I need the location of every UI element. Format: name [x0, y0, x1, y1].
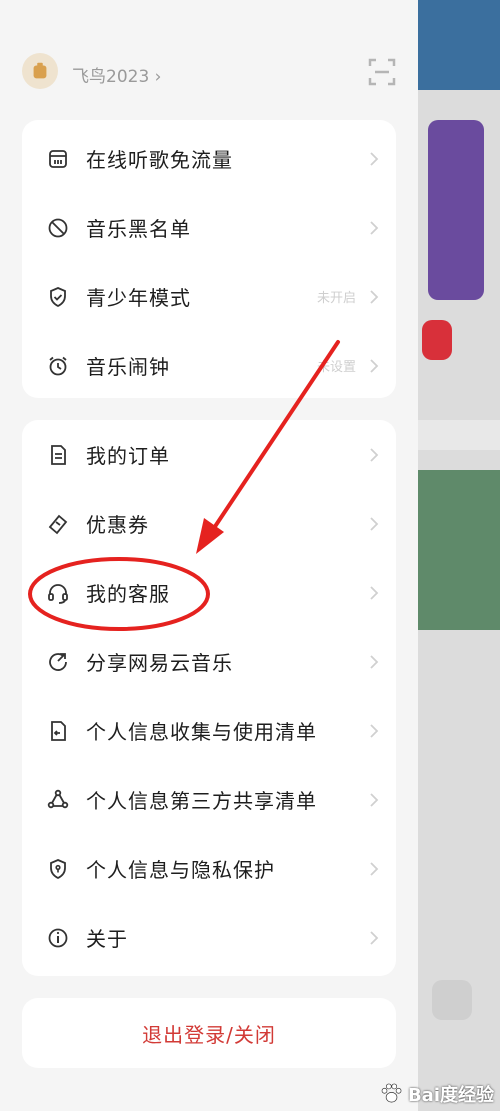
background-app-content [418, 0, 500, 1111]
chevron-right-icon [370, 654, 379, 669]
file-export-icon [44, 717, 72, 745]
menu-item-label: 青少年模式 [86, 286, 191, 310]
avatar-icon [33, 62, 47, 79]
menu-item-free-streaming[interactable]: 在线听歌免流量 [22, 124, 396, 193]
chevron-right-icon [370, 585, 379, 600]
chevron-right-icon [370, 289, 379, 304]
menu-item-label: 音乐黑名单 [86, 217, 191, 241]
menu-item-privacy-protection[interactable]: 个人信息与隐私保护 [22, 834, 396, 903]
scan-icon[interactable] [366, 56, 398, 88]
share-icon [44, 648, 72, 676]
logout-button[interactable]: 退出登录/关闭 [22, 998, 396, 1068]
menu-item-share-app[interactable]: 分享网易云音乐 [22, 627, 396, 696]
chevron-right-icon [370, 358, 379, 373]
menu-item-coupons[interactable]: 优惠券 [22, 489, 396, 558]
menu-item-alarm[interactable]: 音乐闹钟 未设置 [22, 331, 396, 400]
chevron-right-icon [370, 151, 379, 166]
ticket-icon [44, 510, 72, 538]
logout-label: 退出登录/关闭 [142, 1022, 276, 1047]
menu-item-third-party-sharing-list[interactable]: 个人信息第三方共享清单 [22, 765, 396, 834]
chevron-right-icon [370, 930, 379, 945]
chevron-right-icon [370, 861, 379, 876]
drawer-header: 飞鸟2023 › [0, 40, 418, 102]
menu-item-label: 个人信息收集与使用清单 [86, 720, 317, 744]
menu-item-customer-service[interactable]: 我的客服 [22, 558, 396, 627]
share-nodes-icon [44, 786, 72, 814]
alarm-clock-icon [44, 352, 72, 380]
menu-item-info-collection-list[interactable]: 个人信息收集与使用清单 [22, 696, 396, 765]
menu-item-label: 分享网易云音乐 [86, 651, 233, 675]
username[interactable]: 飞鸟2023 › [72, 62, 161, 87]
info-icon [44, 924, 72, 952]
chevron-right-icon [370, 792, 379, 807]
menu-item-label: 音乐闹钟 [86, 355, 170, 379]
sim-card-icon [44, 145, 72, 173]
menu-item-teen-mode[interactable]: 青少年模式 未开启 [22, 262, 396, 331]
chevron-right-icon [370, 220, 379, 235]
menu-item-status: 未设置 [316, 360, 356, 375]
menu-item-label: 关于 [86, 927, 128, 951]
watermark: Bai度经验 [378, 1081, 494, 1107]
service-card: 我的订单优惠券我的客服分享网易云音乐个人信息收集与使用清单 个人信息第三方共享清单… [22, 420, 396, 976]
privacy-shield-icon [44, 855, 72, 883]
shield-check-icon [44, 283, 72, 311]
settings-card: 在线听歌免流量 音乐黑名单青少年模式 未开启音乐闹钟 未设置 [22, 120, 396, 398]
menu-item-label: 我的客服 [86, 582, 170, 606]
chevron-right-icon [370, 723, 379, 738]
menu-item-label: 优惠券 [86, 513, 149, 537]
menu-item-about[interactable]: 关于 [22, 903, 396, 972]
menu-item-label: 个人信息第三方共享清单 [86, 789, 317, 813]
paw-icon [381, 1083, 402, 1103]
menu-item-status: 未开启 [316, 291, 356, 306]
headset-icon [44, 579, 72, 607]
menu-item-label: 个人信息与隐私保护 [86, 858, 275, 882]
menu-item-blacklist[interactable]: 音乐黑名单 [22, 193, 396, 262]
menu-item-label: 我的订单 [86, 444, 170, 468]
menu-item-label: 在线听歌免流量 [86, 148, 233, 172]
chevron-right-icon [370, 516, 379, 531]
watermark-text: Bai度经验 [407, 1085, 494, 1106]
document-icon [44, 441, 72, 469]
menu-item-my-orders[interactable]: 我的订单 [22, 420, 396, 489]
block-icon [44, 214, 72, 242]
chevron-right-icon [370, 447, 379, 462]
side-drawer: 飞鸟2023 › 在线听歌免流量 音乐黑名单青少年模式 未开启音乐闹钟 未设置 我的订… [0, 0, 418, 1111]
avatar[interactable] [22, 53, 58, 89]
